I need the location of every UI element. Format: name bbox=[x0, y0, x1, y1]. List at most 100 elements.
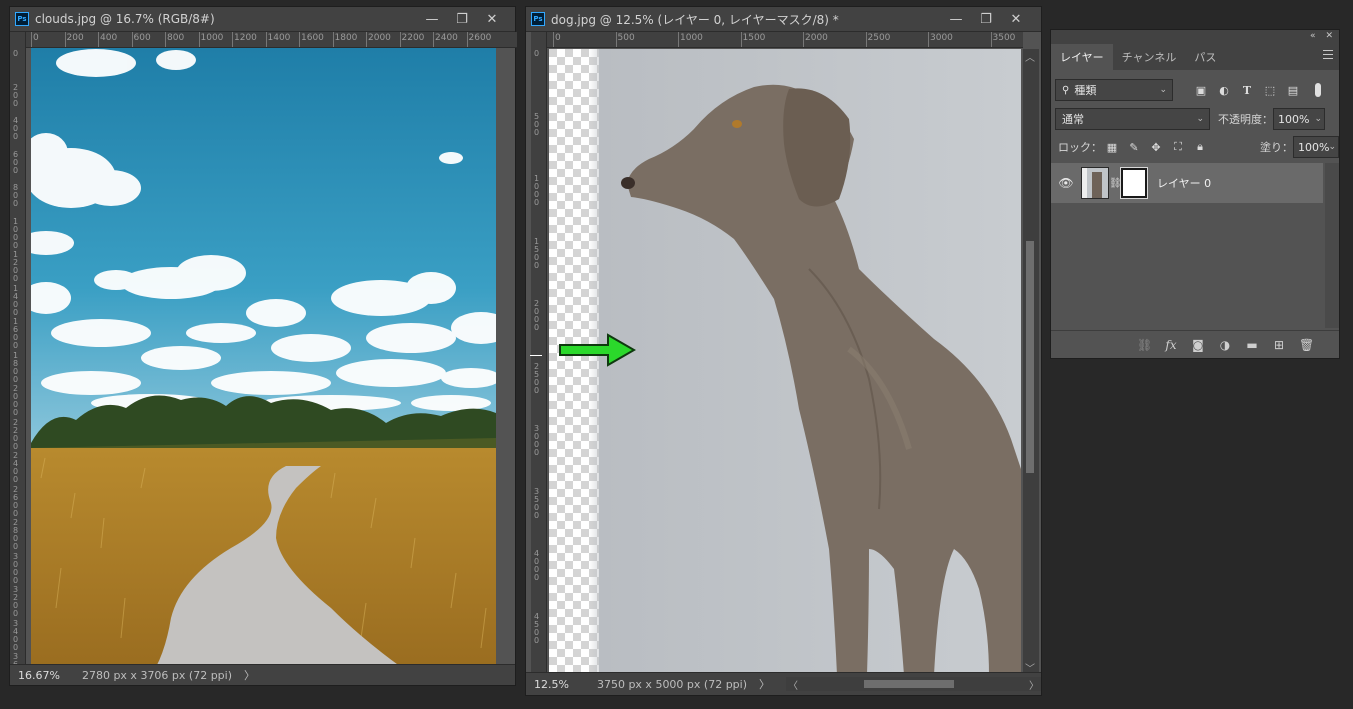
adjustment-icon[interactable]: ◑ bbox=[1218, 338, 1232, 352]
adjustment-filter-icon[interactable]: ◐ bbox=[1216, 82, 1232, 98]
close-panel-icon[interactable]: ✕ bbox=[1325, 31, 1333, 41]
tab-paths[interactable]: パス bbox=[1185, 44, 1225, 70]
ruler-label: 2400 bbox=[435, 33, 458, 43]
ruler-label: 1000 bbox=[200, 33, 224, 43]
green-arrow-annotation bbox=[559, 333, 637, 367]
tab-layers[interactable]: レイヤー bbox=[1051, 44, 1113, 70]
layer-name[interactable]: レイヤー 0 bbox=[1157, 175, 1211, 191]
filter-toggle-icon[interactable] bbox=[1315, 83, 1321, 97]
ruler-label: 1600 bbox=[301, 33, 324, 43]
lock-all-icon[interactable]: 🔒︎ bbox=[1192, 139, 1208, 155]
ruler-label: 1400 bbox=[267, 33, 291, 43]
lock-transparent-pixels-icon[interactable]: ▦ bbox=[1104, 139, 1120, 155]
close-icon[interactable]: ✕ bbox=[477, 7, 507, 31]
minimize-icon[interactable]: — bbox=[941, 7, 971, 31]
vertical-ruler[interactable]: 0 200 400 600 800 1000 1200 1400 1600 1800 2000 220… bbox=[10, 32, 26, 667]
shape-filter-icon[interactable]: ⬚ bbox=[1262, 82, 1278, 98]
smart-object-filter-icon[interactable]: ▤ bbox=[1285, 82, 1301, 98]
ruler-tick bbox=[232, 32, 233, 47]
ruler-tick bbox=[366, 32, 367, 47]
vertical-scroll-thumb[interactable] bbox=[1026, 241, 1034, 473]
ruler-label: 3500 bbox=[992, 33, 1016, 43]
fill-field[interactable]: 100% ⌄ bbox=[1293, 136, 1339, 158]
ruler-tick bbox=[678, 32, 679, 47]
clouds-image-canvas[interactable] bbox=[31, 48, 496, 667]
collapse-panel-icon[interactable]: « bbox=[1310, 31, 1316, 41]
clouds-statusbar: 16.67% 2780 px x 3706 px (72 ppi) 〉 bbox=[10, 664, 515, 685]
filter-kind-label: 種類 bbox=[1074, 84, 1097, 97]
ruler-label: 3400 bbox=[13, 618, 19, 652]
ruler-label: 800 bbox=[13, 183, 19, 208]
chevron-down-icon[interactable]: ⌄ bbox=[1328, 142, 1336, 152]
new-layer-icon[interactable]: ⊞ bbox=[1272, 338, 1286, 352]
ruler-tick bbox=[98, 32, 99, 47]
link-icon[interactable]: ⛓ bbox=[1137, 338, 1152, 352]
opacity-field[interactable]: 100% ⌄ bbox=[1273, 108, 1325, 130]
layer-row[interactable]: 👁︎ ⛓ レイヤー 0 bbox=[1051, 163, 1323, 203]
clouds-titlebar[interactable]: Ps clouds.jpg @ 16.7% (RGB/8#) — ❐ ✕ bbox=[10, 7, 515, 32]
search-icon: ⚲ bbox=[1062, 84, 1070, 96]
ruler-label: 0 bbox=[13, 49, 19, 58]
ruler-label: 1200 bbox=[13, 250, 19, 283]
restore-icon[interactable]: ❐ bbox=[971, 7, 1001, 31]
photoshop-icon: Ps bbox=[531, 12, 545, 26]
group-folder-icon[interactable]: ▬ bbox=[1245, 338, 1259, 352]
add-mask-icon[interactable]: ◙ bbox=[1191, 338, 1205, 352]
pixel-filter-icon[interactable]: ▣ bbox=[1193, 82, 1209, 98]
ruler-label: 0 bbox=[555, 33, 561, 43]
panel-menu-icon[interactable] bbox=[1323, 50, 1333, 60]
horizontal-scrollbar[interactable]: 〈 〉 bbox=[786, 677, 1041, 692]
layer-thumbnail[interactable] bbox=[1081, 167, 1109, 199]
status-menu-chevron-icon[interactable]: 〉 bbox=[759, 676, 770, 692]
lock-image-pixels-icon[interactable]: ✎ bbox=[1126, 139, 1142, 155]
restore-icon[interactable]: ❐ bbox=[447, 7, 477, 31]
mask-link-icon[interactable]: ⛓ bbox=[1109, 178, 1122, 189]
scroll-left-icon[interactable]: 〈 bbox=[788, 677, 798, 692]
layer-mask-thumbnail[interactable] bbox=[1120, 167, 1148, 199]
ruler-label: 1000 bbox=[534, 174, 540, 207]
photoshop-icon: Ps bbox=[15, 12, 29, 26]
ruler-label: 400 bbox=[13, 116, 19, 141]
vertical-ruler[interactable]: 0 500 1000 1500 2000 2500 3000 3500 4000 4500 bbox=[531, 32, 547, 676]
fill-label: 塗り： bbox=[1260, 141, 1293, 154]
scroll-right-icon[interactable]: 〉 bbox=[1029, 677, 1039, 692]
ruler-label: 2500 bbox=[534, 361, 540, 395]
horizontal-ruler[interactable]: 0 200 400 600 800 1000 1200 1400 1600 1800 2000 220… bbox=[25, 32, 517, 48]
ruler-label: 3500 bbox=[534, 486, 540, 520]
ruler-label: 400 bbox=[100, 33, 118, 43]
dog-statusbar: 12.5% 3750 px x 5000 px (72 ppi) 〉 〈 〉 bbox=[526, 672, 1041, 695]
close-icon[interactable]: ✕ bbox=[1001, 7, 1031, 31]
fx-icon[interactable]: fx bbox=[1164, 338, 1178, 352]
visibility-eye-icon[interactable]: 👁︎ bbox=[1051, 176, 1081, 190]
lock-artboard-icon[interactable]: ⛶ bbox=[1170, 139, 1186, 155]
dog-titlebar[interactable]: Ps dog.jpg @ 12.5% (レイヤー 0, レイヤーマスク/8) *… bbox=[526, 7, 1041, 32]
trash-icon[interactable]: 🗑︎ bbox=[1299, 338, 1314, 352]
lock-position-icon[interactable]: ✥ bbox=[1148, 139, 1164, 155]
layers-scrollbar[interactable] bbox=[1325, 163, 1339, 328]
blend-mode-select[interactable]: 通常 ⌄ bbox=[1055, 108, 1210, 130]
ruler-label: 2600 bbox=[13, 484, 19, 518]
status-menu-chevron-icon[interactable]: 〉 bbox=[244, 667, 255, 683]
chevron-down-icon[interactable]: ⌄ bbox=[1314, 114, 1322, 124]
vertical-scrollbar[interactable]: ︿ ﹀ bbox=[1023, 49, 1039, 675]
type-filter-icon[interactable]: T bbox=[1239, 82, 1255, 98]
ruler-label: 1600 bbox=[13, 317, 19, 350]
ruler-label: 4000 bbox=[534, 549, 540, 582]
fill-value: 100% bbox=[1298, 140, 1330, 154]
zoom-level-field[interactable]: 16.67% bbox=[10, 669, 68, 682]
ruler-label: 0 bbox=[534, 49, 540, 58]
ruler-label: 1200 bbox=[234, 33, 257, 43]
tab-channels[interactable]: チャンネル bbox=[1113, 44, 1186, 70]
horizontal-scroll-thumb[interactable] bbox=[864, 680, 955, 688]
ruler-label: 2400 bbox=[13, 451, 19, 484]
zoom-level-field[interactable]: 12.5% bbox=[526, 678, 577, 691]
ruler-label: 3200 bbox=[13, 585, 19, 618]
ruler-label: 2500 bbox=[867, 33, 891, 43]
horizontal-ruler[interactable]: 0 500 1000 1500 2000 2500 3000 3500 bbox=[547, 32, 1023, 48]
minimize-icon[interactable]: — bbox=[417, 7, 447, 31]
ruler-label: 200 bbox=[13, 82, 19, 108]
ruler-tick bbox=[332, 32, 334, 47]
ruler-label: 1000 bbox=[680, 33, 703, 43]
scroll-up-icon[interactable]: ︿ bbox=[1025, 49, 1035, 64]
filter-kind-select[interactable]: ⚲ 種類 ⌄ bbox=[1055, 79, 1173, 101]
